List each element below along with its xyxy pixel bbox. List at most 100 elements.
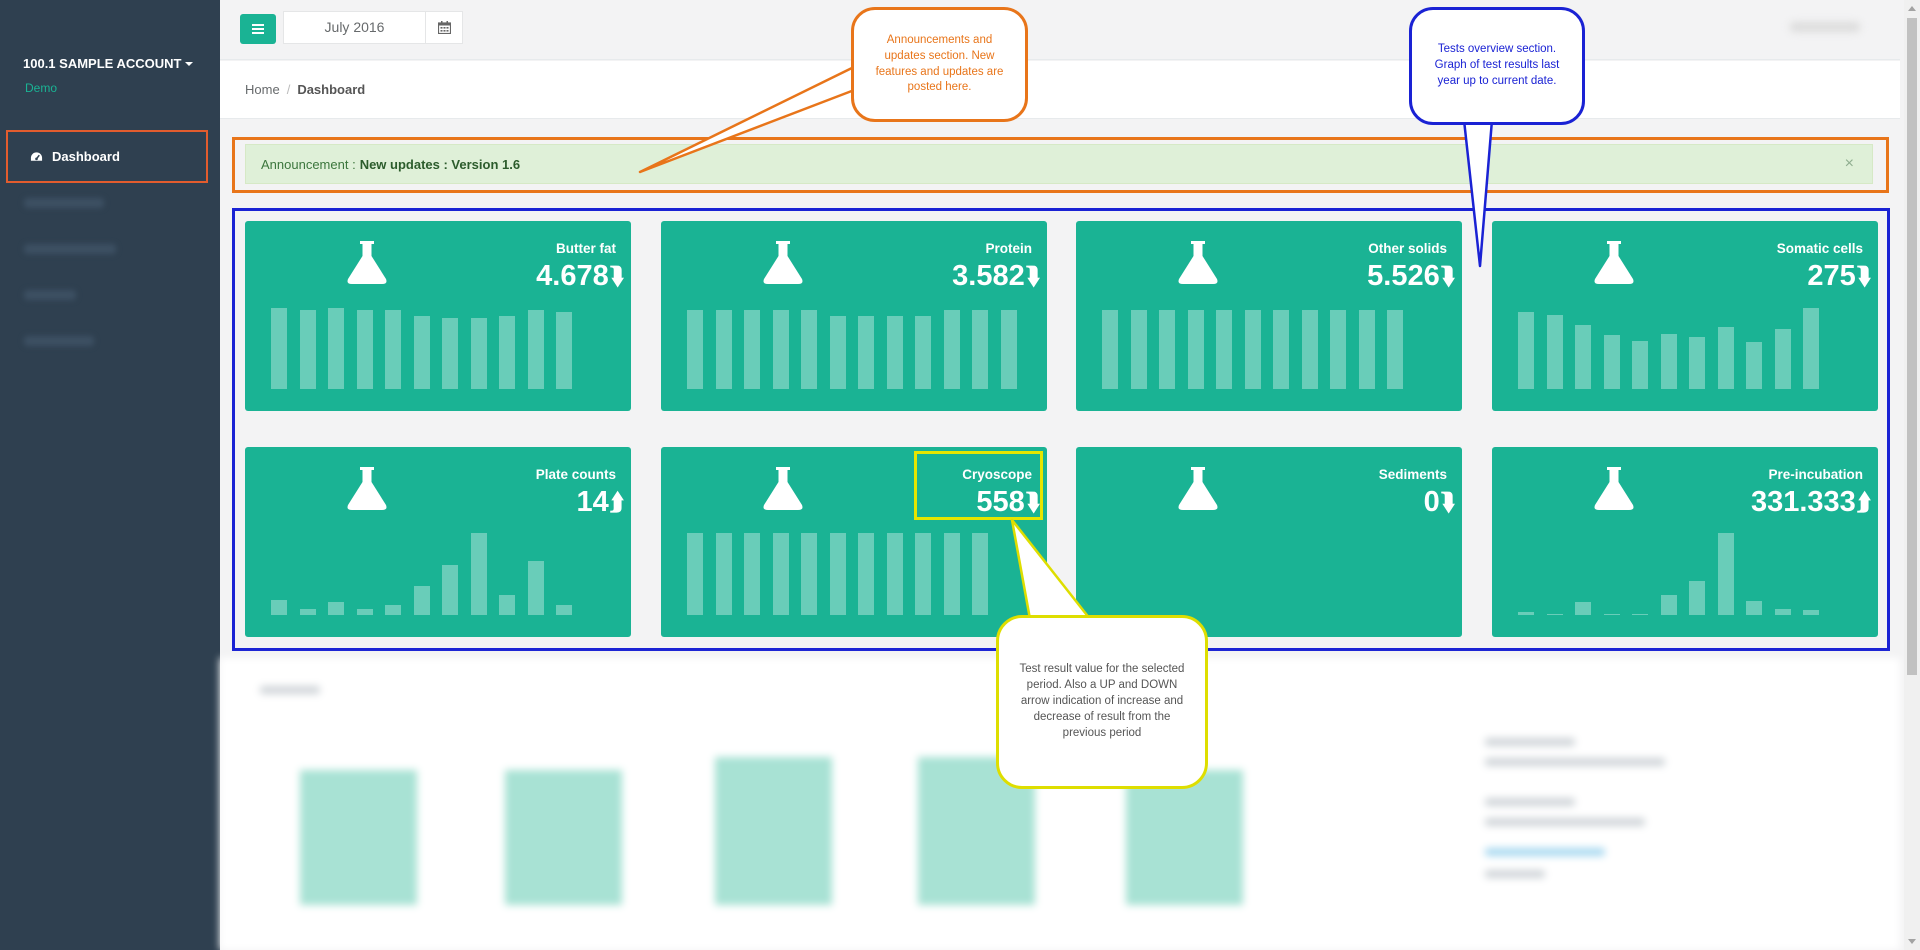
announcement-text: New updates : Version 1.6 [359,156,521,172]
chart-bar-blurred [505,770,622,905]
sparkline-bar [271,600,287,615]
close-icon[interactable]: × [1845,155,1854,173]
menu-toggle-button[interactable] [240,14,276,44]
scroll-up-icon[interactable] [1908,6,1916,11]
chart-bar-blurred [715,757,832,905]
date-picker[interactable]: July 2016 [283,11,463,44]
test-card-title: Butter fat [556,241,616,256]
flask-icon [763,241,803,284]
sparkline-bar [1387,310,1403,389]
hamburger-icon [252,24,264,34]
sparkline-bar [328,602,344,615]
breadcrumb-current: Dashboard [297,82,366,97]
sparkline-bar [1000,310,1017,389]
callout-announcements: Announcements and updates section. New f… [851,7,1028,122]
panel-link-blurred[interactable] [1485,848,1605,856]
sparkline-bar [299,609,316,615]
sidebar-item-blurred[interactable] [24,244,116,254]
test-card-sparkline [271,289,585,389]
test-card-sparkline [271,515,585,615]
sparkline-bar [1330,310,1346,389]
sparkline-bar [772,310,789,389]
sparkline-bar [744,533,760,615]
flask-icon [1594,241,1634,284]
test-card-title: Other solids [1368,241,1447,256]
test-card-title: Pre-incubation [1768,467,1863,482]
sparkline-bar [943,310,960,389]
test-card-value: 0 [1423,486,1440,518]
sidebar-item-blurred[interactable] [24,336,94,346]
test-card-value-group: 0 ⮯ [1424,486,1455,519]
calendar-button[interactable] [426,12,462,43]
sidebar-item-dashboard[interactable]: Dashboard [6,130,208,183]
sparkline-bar [413,586,430,615]
sparkline-bar [1746,601,1762,615]
sparkline-bar [1774,329,1791,389]
sparkline-bar [1632,614,1648,615]
sparkline-bar [527,310,544,389]
date-input[interactable]: July 2016 [284,12,426,43]
sparkline-bar [715,310,732,389]
test-card[interactable]: Protein 3.582 ⮯ [661,221,1047,411]
sparkline-bar [1518,612,1534,615]
sparkline-bar [556,605,572,615]
sparkline-bar [1546,315,1563,389]
sidebar: 100.1 SAMPLE ACCOUNT Demo Dashboard [0,0,220,950]
trend-down-icon: ⮯ [609,262,624,290]
panel-line-blurred [1485,818,1645,826]
test-card[interactable]: Other solids 5.526 ⮯ [1076,221,1462,411]
sparkline-bar [1159,310,1175,389]
chart-bar-blurred [300,770,417,905]
sparkline-bar [1130,310,1147,389]
test-card[interactable]: Pre-incubation 331.333 ⮭ [1492,447,1878,637]
sparkline-bar [1632,341,1648,389]
panel-line-blurred [1485,870,1545,878]
sparkline-bar [356,609,373,615]
top-bar: July 2016 [220,0,1900,60]
sparkline-bar [1187,310,1204,389]
callout-value: Test result value for the selected perio… [996,615,1208,789]
test-card[interactable]: Butter fat 4.678 ⮯ [245,221,631,411]
scroll-down-icon[interactable] [1908,939,1916,944]
sparkline-bar [1575,602,1591,615]
announcement-alert: Announcement : New updates : Version 1.6 … [245,144,1873,184]
value-highlight [914,451,1043,520]
dashboard-icon [30,151,43,161]
flask-icon [1594,467,1634,510]
announcement-label: Announcement : [261,156,356,172]
test-card-sparkline [1518,515,1832,615]
trend-down-icon: ⮯ [1025,262,1040,290]
logout-link-blurred[interactable] [1790,22,1860,32]
sparkline-bar [972,533,988,615]
flask-icon [1178,241,1218,284]
sparkline-bar [1689,337,1705,389]
scrollbar-thumb[interactable] [1907,18,1917,675]
sparkline-bar [1575,325,1591,389]
breadcrumb-home[interactable]: Home [245,82,280,97]
sparkline-bar [1717,327,1734,389]
sparkline-bar [829,316,846,389]
flask-icon [1178,467,1218,510]
sparkline-bar [442,565,458,615]
sparkline-bar [1803,610,1819,615]
sparkline-bar [915,316,931,389]
trend-down-icon: ⮯ [1856,262,1871,290]
sparkline-bar [715,533,732,615]
caret-down-icon[interactable] [185,61,194,66]
sparkline-bar [858,316,874,389]
panel-line-blurred [1485,738,1575,746]
sparkline-bar [744,310,760,389]
vertical-scrollbar[interactable] [1904,0,1920,950]
sparkline-bar [385,310,401,389]
sparkline-bar [499,316,515,389]
account-menu[interactable]: 100.1 SAMPLE ACCOUNT Demo [23,55,194,95]
sidebar-item-blurred[interactable] [24,198,104,208]
test-card[interactable]: Sediments 0 ⮯ [1076,447,1462,637]
sparkline-bar [772,533,789,615]
test-card[interactable]: Somatic cells 275 ⮯ [1492,221,1878,411]
sparkline-bar [356,310,373,389]
sidebar-item-blurred[interactable] [24,290,76,300]
sparkline-bar [943,533,960,615]
account-name[interactable]: 100.1 SAMPLE ACCOUNT [23,56,181,71]
test-card[interactable]: Plate counts 14 ⮭ [245,447,631,637]
